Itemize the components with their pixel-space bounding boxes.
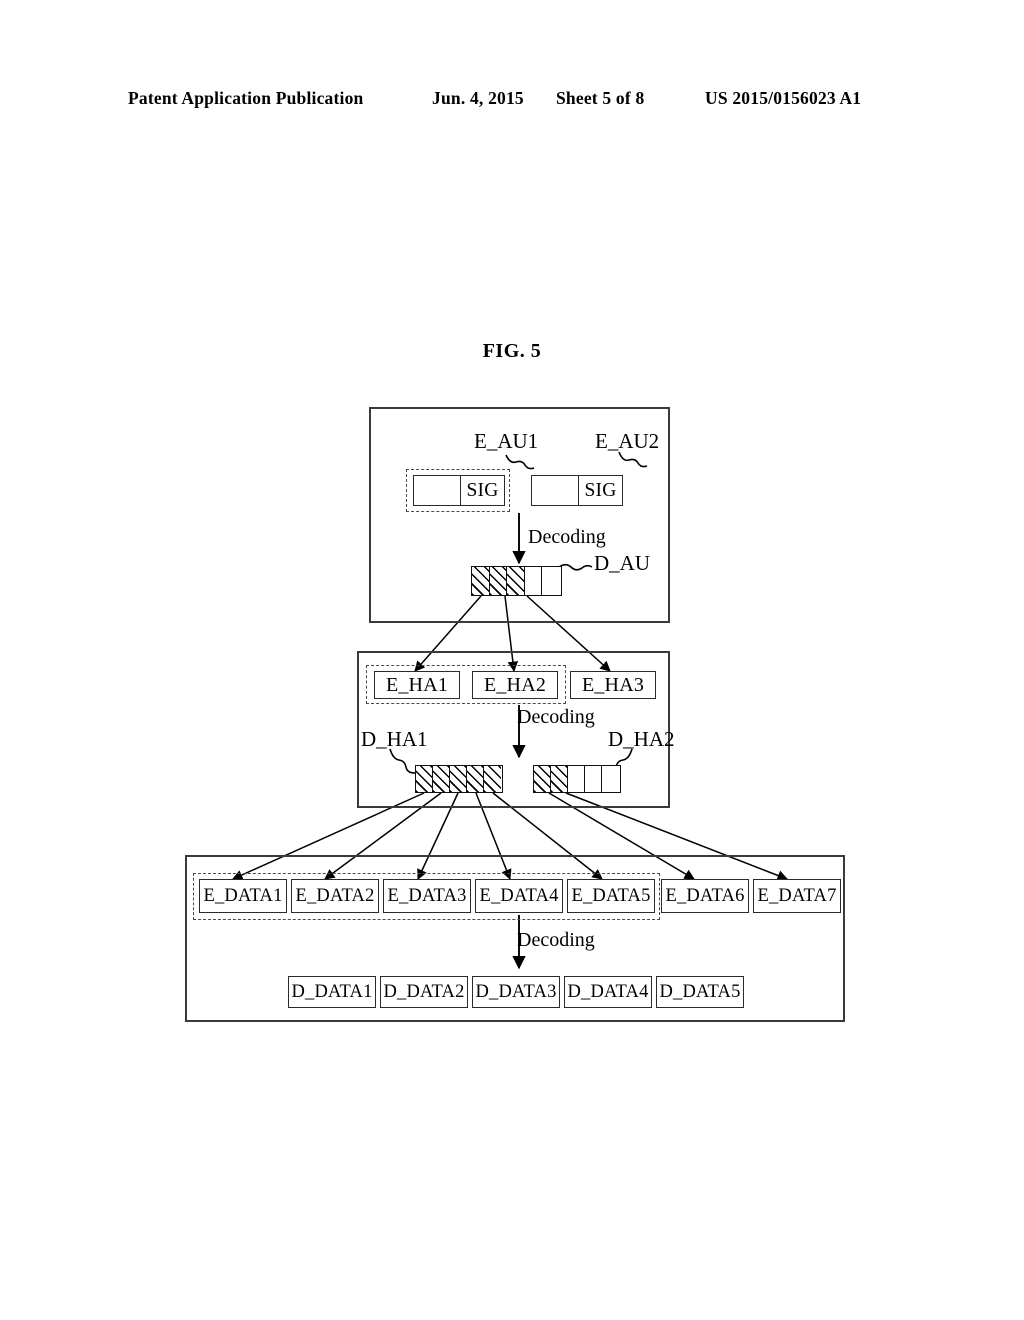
- d-data5-box[interactable]: D_DATA5: [656, 976, 744, 1008]
- d-data2-box[interactable]: D_DATA2: [380, 976, 468, 1008]
- d-ha1-cell-3: [450, 766, 467, 792]
- e-data6-box[interactable]: E_DATA6: [661, 879, 749, 913]
- e-data2-box[interactable]: E_DATA2: [291, 879, 379, 913]
- d-ha1-bar[interactable]: [415, 765, 503, 793]
- d-au-cell-2: [489, 567, 508, 595]
- e-data3-box[interactable]: E_DATA3: [383, 879, 471, 913]
- ha-decoding-label: Decoding: [517, 706, 595, 728]
- d-ha2-cell-4: [585, 766, 602, 792]
- d-au-cell-3: [507, 567, 525, 595]
- e-data7-box[interactable]: E_DATA7: [753, 879, 841, 913]
- data-decoding-label: Decoding: [517, 929, 595, 951]
- e-au1-label: E_AU1: [474, 429, 539, 453]
- e-ha2-box[interactable]: E_HA2: [472, 671, 558, 699]
- d-au-cell-4: [524, 567, 543, 595]
- d-ha1-label: D_HA1: [361, 727, 428, 751]
- e-au1-payload-cell[interactable]: [413, 475, 461, 506]
- d-data1-box[interactable]: D_DATA1: [288, 976, 376, 1008]
- d-ha2-label: D_HA2: [608, 727, 675, 751]
- e-au2-sig-cell[interactable]: SIG: [578, 475, 623, 506]
- d-au-cell-5: [542, 567, 561, 595]
- d-ha1-cell-1: [416, 766, 433, 792]
- d-ha2-cell-1: [534, 766, 551, 792]
- d-ha2-cell-3: [568, 766, 585, 792]
- e-ha1-box[interactable]: E_HA1: [374, 671, 460, 699]
- e-au2-payload-cell[interactable]: [531, 475, 579, 506]
- d-ha1-cell-4: [467, 766, 484, 792]
- d-ha2-cell-5: [602, 766, 619, 792]
- d-data3-box[interactable]: D_DATA3: [472, 976, 560, 1008]
- d-ha1-cell-5: [484, 766, 501, 792]
- e-data4-box[interactable]: E_DATA4: [475, 879, 563, 913]
- e-data1-box[interactable]: E_DATA1: [199, 879, 287, 913]
- e-data5-box[interactable]: E_DATA5: [567, 879, 655, 913]
- d-au-bar[interactable]: [471, 566, 562, 596]
- e-ha3-box[interactable]: E_HA3: [570, 671, 656, 699]
- d-au-cell-1: [472, 567, 490, 595]
- d-au-label: D_AU: [594, 551, 650, 575]
- e-au1-sig-cell[interactable]: SIG: [460, 475, 505, 506]
- d-ha1-cell-2: [433, 766, 450, 792]
- au-decoding-label: Decoding: [528, 526, 606, 548]
- d-ha2-cell-2: [551, 766, 568, 792]
- d-ha2-bar[interactable]: [533, 765, 621, 793]
- e-au2-label: E_AU2: [595, 429, 660, 453]
- d-data4-box[interactable]: D_DATA4: [564, 976, 652, 1008]
